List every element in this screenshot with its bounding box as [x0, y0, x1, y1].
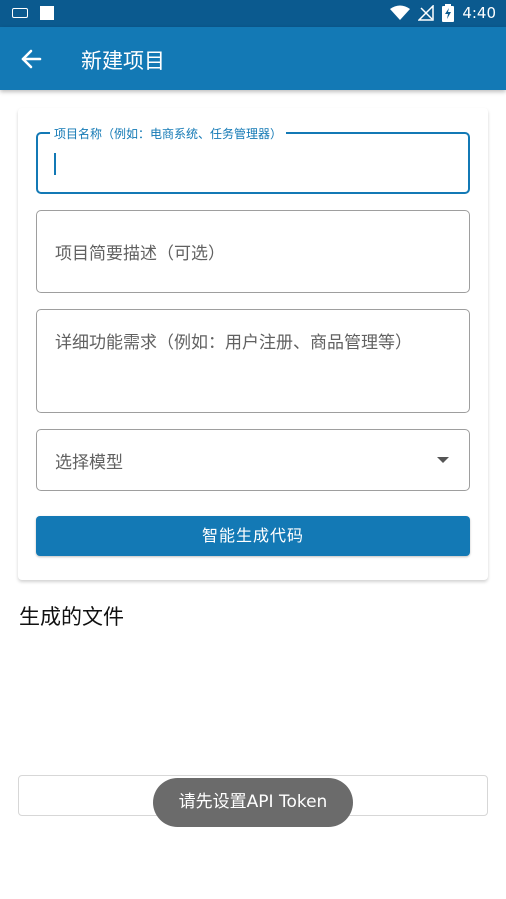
- status-time: 4:40: [462, 4, 496, 22]
- notification-square-icon: [40, 6, 54, 20]
- status-bar: 4:40: [0, 0, 506, 27]
- keyboard-icon: [12, 8, 28, 18]
- model-select-placeholder: 选择模型: [55, 453, 123, 473]
- requirements-placeholder: 详细功能需求（例如：用户注册、商品管理等）: [55, 333, 412, 353]
- toast-message: 请先设置API Token: [153, 778, 353, 827]
- project-name-input[interactable]: 项目名称（例如：电商系统、任务管理器）: [36, 125, 470, 194]
- wifi-icon: [390, 5, 411, 20]
- text-caret: [54, 153, 56, 175]
- battery-charging-icon: [442, 4, 455, 22]
- page-title: 新建项目: [81, 49, 165, 73]
- description-placeholder: 项目简要描述（可选）: [55, 244, 225, 264]
- arrow-left-icon[interactable]: [18, 45, 46, 73]
- requirements-input[interactable]: 详细功能需求（例如：用户注册、商品管理等）: [36, 309, 470, 413]
- dropdown-arrow-icon: [437, 457, 449, 463]
- project-name-label: 项目名称（例如：电商系统、任务管理器）: [50, 125, 287, 142]
- generated-files-title: 生成的文件: [19, 605, 124, 629]
- app-bar: 新建项目: [0, 27, 506, 90]
- generate-code-button[interactable]: 智能生成代码: [36, 516, 470, 556]
- description-input[interactable]: 项目简要描述（可选）: [36, 210, 470, 293]
- no-signal-icon: [418, 5, 435, 21]
- project-form-card: 项目名称（例如：电商系统、任务管理器） 项目简要描述（可选） 详细功能需求（例如…: [18, 108, 488, 580]
- model-select[interactable]: 选择模型: [36, 429, 470, 491]
